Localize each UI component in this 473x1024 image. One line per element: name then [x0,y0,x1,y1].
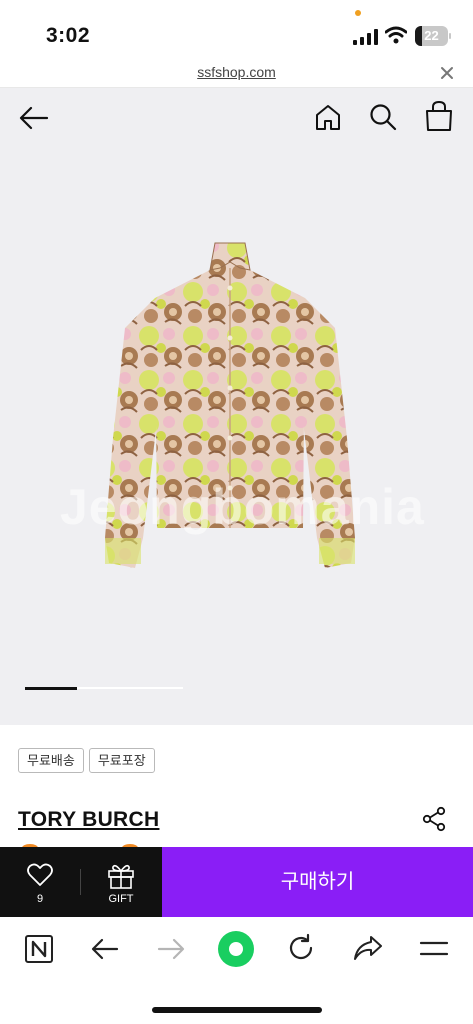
share-arrow-icon[interactable] [352,933,384,963]
gift-icon [108,864,134,889]
search-icon[interactable] [368,102,398,132]
browser-toolbar [0,917,473,1024]
battery-icon: 22 [415,26,451,46]
arrow-left-icon[interactable] [18,104,50,132]
close-icon[interactable] [438,64,456,82]
shopping-bag-icon[interactable] [424,100,454,132]
status-time: 3:02 [46,24,91,47]
url-bar: ssfshop.com [0,60,473,88]
watermark: Jeongbomania [60,479,425,535]
heart-icon [27,863,53,886]
product-gallery[interactable]: Jeongbomania [0,148,473,725]
brand-link[interactable]: TORY BURCH [18,808,159,832]
arrow-left-icon[interactable] [90,935,120,963]
cellular-signal-icon [353,29,378,45]
badge-free-shipping: 무료배송 [18,748,84,773]
battery-level: 22 [424,28,439,43]
brand-row: TORY BURCH [0,800,473,840]
arrow-right-icon[interactable] [156,935,186,963]
home-icon[interactable] [313,102,343,132]
buy-button[interactable]: 구매하기 [162,847,473,917]
naver-n-icon[interactable] [24,934,54,964]
like-count: 9 [36,893,44,905]
privacy-indicator [355,10,361,16]
green-dot-home-icon[interactable] [217,930,255,968]
share-icon[interactable] [421,806,447,832]
url-text[interactable]: ssfshop.com [0,64,473,80]
gift-button[interactable]: GIFT [80,847,162,917]
carousel-progress [25,687,78,690]
like-button[interactable]: 9 [0,847,80,917]
wifi-icon [385,26,407,44]
divider [80,869,81,895]
badge-free-wrapping: 무료포장 [88,748,155,773]
badge-list: 무료배송 무료포장 [18,748,160,774]
gift-label: GIFT [108,893,134,905]
menu-icon[interactable] [419,937,449,961]
purchase-action-bar: 9 GIFT 구매하기 [0,847,473,917]
app-header [0,88,473,148]
status-bar: 3:02 22 [0,0,473,60]
home-indicator [152,1007,322,1013]
carousel-indicator [25,687,183,690]
reload-icon[interactable] [286,933,316,963]
